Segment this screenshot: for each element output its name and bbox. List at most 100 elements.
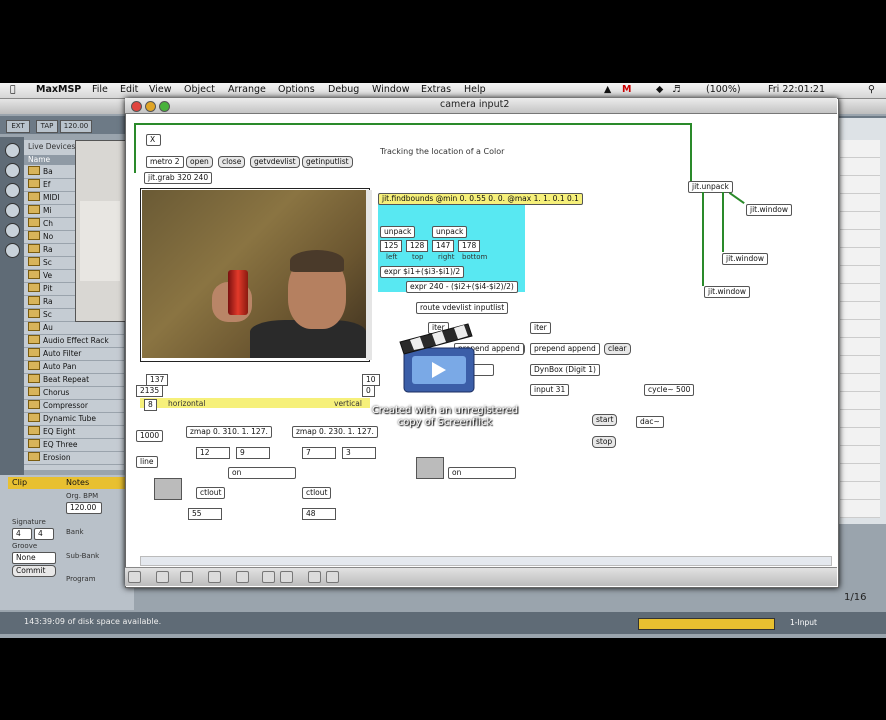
menu-options[interactable]: Options: [278, 84, 315, 95]
minimize-button[interactable]: [145, 101, 156, 112]
clip-slot[interactable]: [840, 374, 880, 392]
number-box[interactable]: 9: [236, 447, 270, 459]
clip-slot[interactable]: [840, 158, 880, 176]
menu-window[interactable]: Window: [372, 84, 409, 95]
notes-tab[interactable]: Notes: [62, 477, 126, 489]
ctlout-object[interactable]: ctlout: [196, 487, 226, 499]
jit-window-object-2[interactable]: jit.window: [722, 253, 768, 265]
places-icon[interactable]: [5, 243, 20, 258]
tap-button[interactable]: TAP: [36, 120, 58, 133]
palette-icon[interactable]: [280, 571, 293, 583]
ext-button[interactable]: EXT: [6, 120, 30, 133]
number-box[interactable]: 128: [406, 240, 429, 252]
cycle-object[interactable]: cycle~ 500: [644, 384, 695, 396]
route-object[interactable]: route vdevlist inputlist: [416, 302, 509, 314]
list-item[interactable]: Auto Filter: [24, 348, 124, 361]
message-icon[interactable]: [180, 571, 193, 583]
prepend-object-2[interactable]: prepend append: [530, 343, 600, 355]
list-item[interactable]: Auto Pan: [24, 361, 124, 374]
number-box[interactable]: 125: [380, 240, 403, 252]
number-box[interactable]: 3: [342, 447, 376, 459]
device-icon[interactable]: [5, 163, 20, 178]
zmap-object-2[interactable]: zmap 0. 230. 1. 127.: [292, 426, 378, 438]
close-message[interactable]: close: [218, 156, 246, 168]
clip-slot[interactable]: [840, 428, 880, 446]
open-message[interactable]: open: [186, 156, 213, 168]
mail-icon[interactable]: M: [622, 84, 631, 95]
expr-object[interactable]: expr $i1+($i3-$i1)/2: [380, 266, 465, 278]
sig-numerator[interactable]: 4: [12, 528, 32, 540]
on-umenu[interactable]: on: [228, 467, 296, 479]
unpack-object-2[interactable]: unpack: [432, 226, 468, 238]
number-box[interactable]: 0: [362, 385, 375, 397]
zmap-object[interactable]: zmap 0. 310. 1. 127.: [186, 426, 272, 438]
line-object[interactable]: line: [136, 456, 158, 468]
close-button[interactable]: [131, 101, 142, 112]
input-object[interactable]: input 31: [530, 384, 570, 396]
expr-object-2[interactable]: expr 240 - ($i2+($i4-$i2)/2): [406, 281, 518, 293]
dac-object[interactable]: dac~: [636, 416, 664, 428]
menu-help[interactable]: Help: [464, 84, 486, 95]
number-box[interactable]: 7: [302, 447, 336, 459]
clip-slot[interactable]: [840, 140, 880, 158]
menu-view[interactable]: View: [149, 84, 172, 95]
clip-slot[interactable]: [840, 392, 880, 410]
lcd-display-2[interactable]: [416, 457, 444, 479]
groove-select[interactable]: None: [12, 552, 56, 564]
menu-status-icon[interactable]: ▲: [604, 84, 611, 95]
wifi-icon[interactable]: ◆: [656, 84, 663, 95]
horizontal-scrollbar[interactable]: [140, 556, 832, 566]
clip-slot[interactable]: [840, 230, 880, 248]
plugin-icon[interactable]: [5, 183, 20, 198]
clip-slot[interactable]: [840, 500, 880, 518]
clip-slot[interactable]: [840, 482, 880, 500]
jit-unpack-object[interactable]: jit.unpack: [688, 181, 733, 193]
number-box[interactable]: 147: [432, 240, 455, 252]
number-box[interactable]: 1000: [136, 430, 164, 442]
findbounds-object[interactable]: jit.findbounds @min 0. 0.55 0. 0. @max 1…: [378, 193, 583, 205]
list-item[interactable]: EQ Three: [24, 439, 124, 452]
ctlout-object-2[interactable]: ctlout: [302, 487, 332, 499]
grid-icon[interactable]: [262, 571, 275, 583]
start-message[interactable]: start: [592, 414, 618, 426]
menu-edit[interactable]: Edit: [120, 84, 138, 95]
toggle-x[interactable]: X: [146, 134, 161, 146]
clip-tab[interactable]: Clip: [8, 477, 67, 489]
list-item[interactable]: Chorus: [24, 387, 124, 400]
menu-file[interactable]: File: [92, 84, 108, 95]
list-item[interactable]: Compressor: [24, 400, 124, 413]
clear-message-2[interactable]: clear: [604, 343, 631, 355]
clip-slot[interactable]: [840, 212, 880, 230]
apple-icon[interactable]: : [10, 84, 16, 95]
volume-icon[interactable]: ♬: [672, 84, 681, 95]
list-item[interactable]: Beat Repeat: [24, 374, 124, 387]
number-box[interactable]: 2135: [136, 385, 164, 397]
iter-object-2[interactable]: iter: [530, 322, 551, 334]
video-scrollbar[interactable]: [366, 190, 372, 360]
clip-slot[interactable]: [840, 302, 880, 320]
menu-object[interactable]: Object: [184, 84, 215, 95]
clip-slot[interactable]: [840, 176, 880, 194]
clip-slot[interactable]: [840, 410, 880, 428]
on-umenu-2[interactable]: on: [448, 467, 516, 479]
list-item[interactable]: Au: [24, 322, 124, 335]
input-umenu[interactable]: DynBox (Digit 1): [530, 364, 600, 376]
list-item[interactable]: Erosion: [24, 452, 124, 465]
clip-slot[interactable]: [840, 194, 880, 212]
presentation-icon[interactable]: [308, 571, 321, 583]
sig-denominator[interactable]: 4: [34, 528, 54, 540]
new-object-icon[interactable]: [156, 571, 169, 583]
clip-slot[interactable]: [840, 320, 880, 338]
menu-debug[interactable]: Debug: [328, 84, 359, 95]
stop-message[interactable]: stop: [592, 436, 617, 448]
menu-arrange[interactable]: Arrange: [228, 84, 266, 95]
commit-button[interactable]: Commit: [12, 565, 56, 577]
battery-text[interactable]: (100%): [706, 84, 741, 95]
jit-window-object[interactable]: jit.window: [746, 204, 792, 216]
clip-slot[interactable]: [840, 338, 880, 356]
clip-slot[interactable]: [840, 266, 880, 284]
metro-object[interactable]: metro 2: [146, 156, 184, 168]
unpack-object[interactable]: unpack: [380, 226, 416, 238]
disk-icon[interactable]: [5, 223, 20, 238]
getvdevlist-message[interactable]: getvdevlist: [250, 156, 300, 168]
